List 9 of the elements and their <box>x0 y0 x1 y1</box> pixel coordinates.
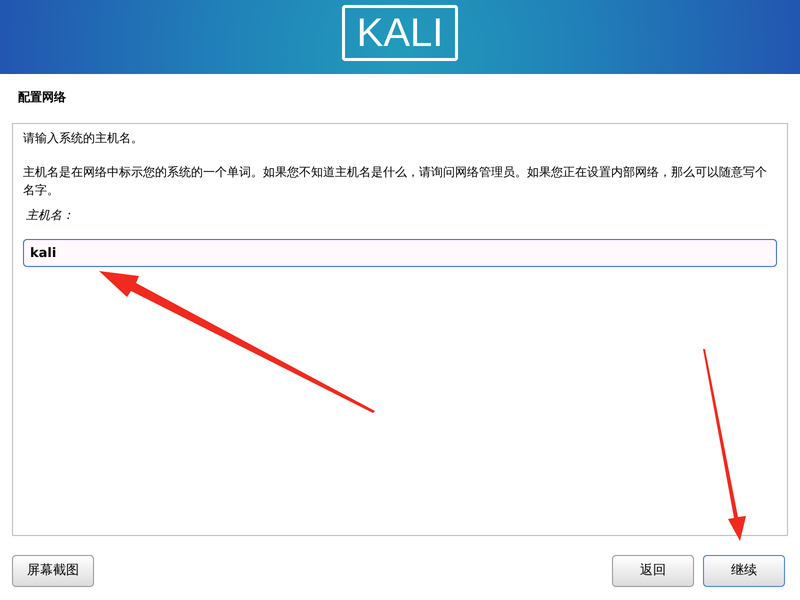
page-title: 配置网络 <box>18 89 67 106</box>
hostname-field[interactable]: kali <box>23 239 777 267</box>
dialog-button[interactable]: 屏幕截图 <box>12 555 94 587</box>
logo: KALI <box>342 5 458 61</box>
field-label: 主机名： <box>26 208 74 222</box>
dialog-button[interactable]: 返回 <box>612 555 694 587</box>
description-text: 主机名是在网络中标示您的系统的一个单词。如果您不知道主机名是什么，请询问网络管理员。如果您正在设置内部网络，那么可以随意写个名字。 <box>23 164 768 199</box>
intro-text: 请输入系统的主机名。 <box>23 130 144 147</box>
dialog-button[interactable]: 继续 <box>703 555 785 587</box>
